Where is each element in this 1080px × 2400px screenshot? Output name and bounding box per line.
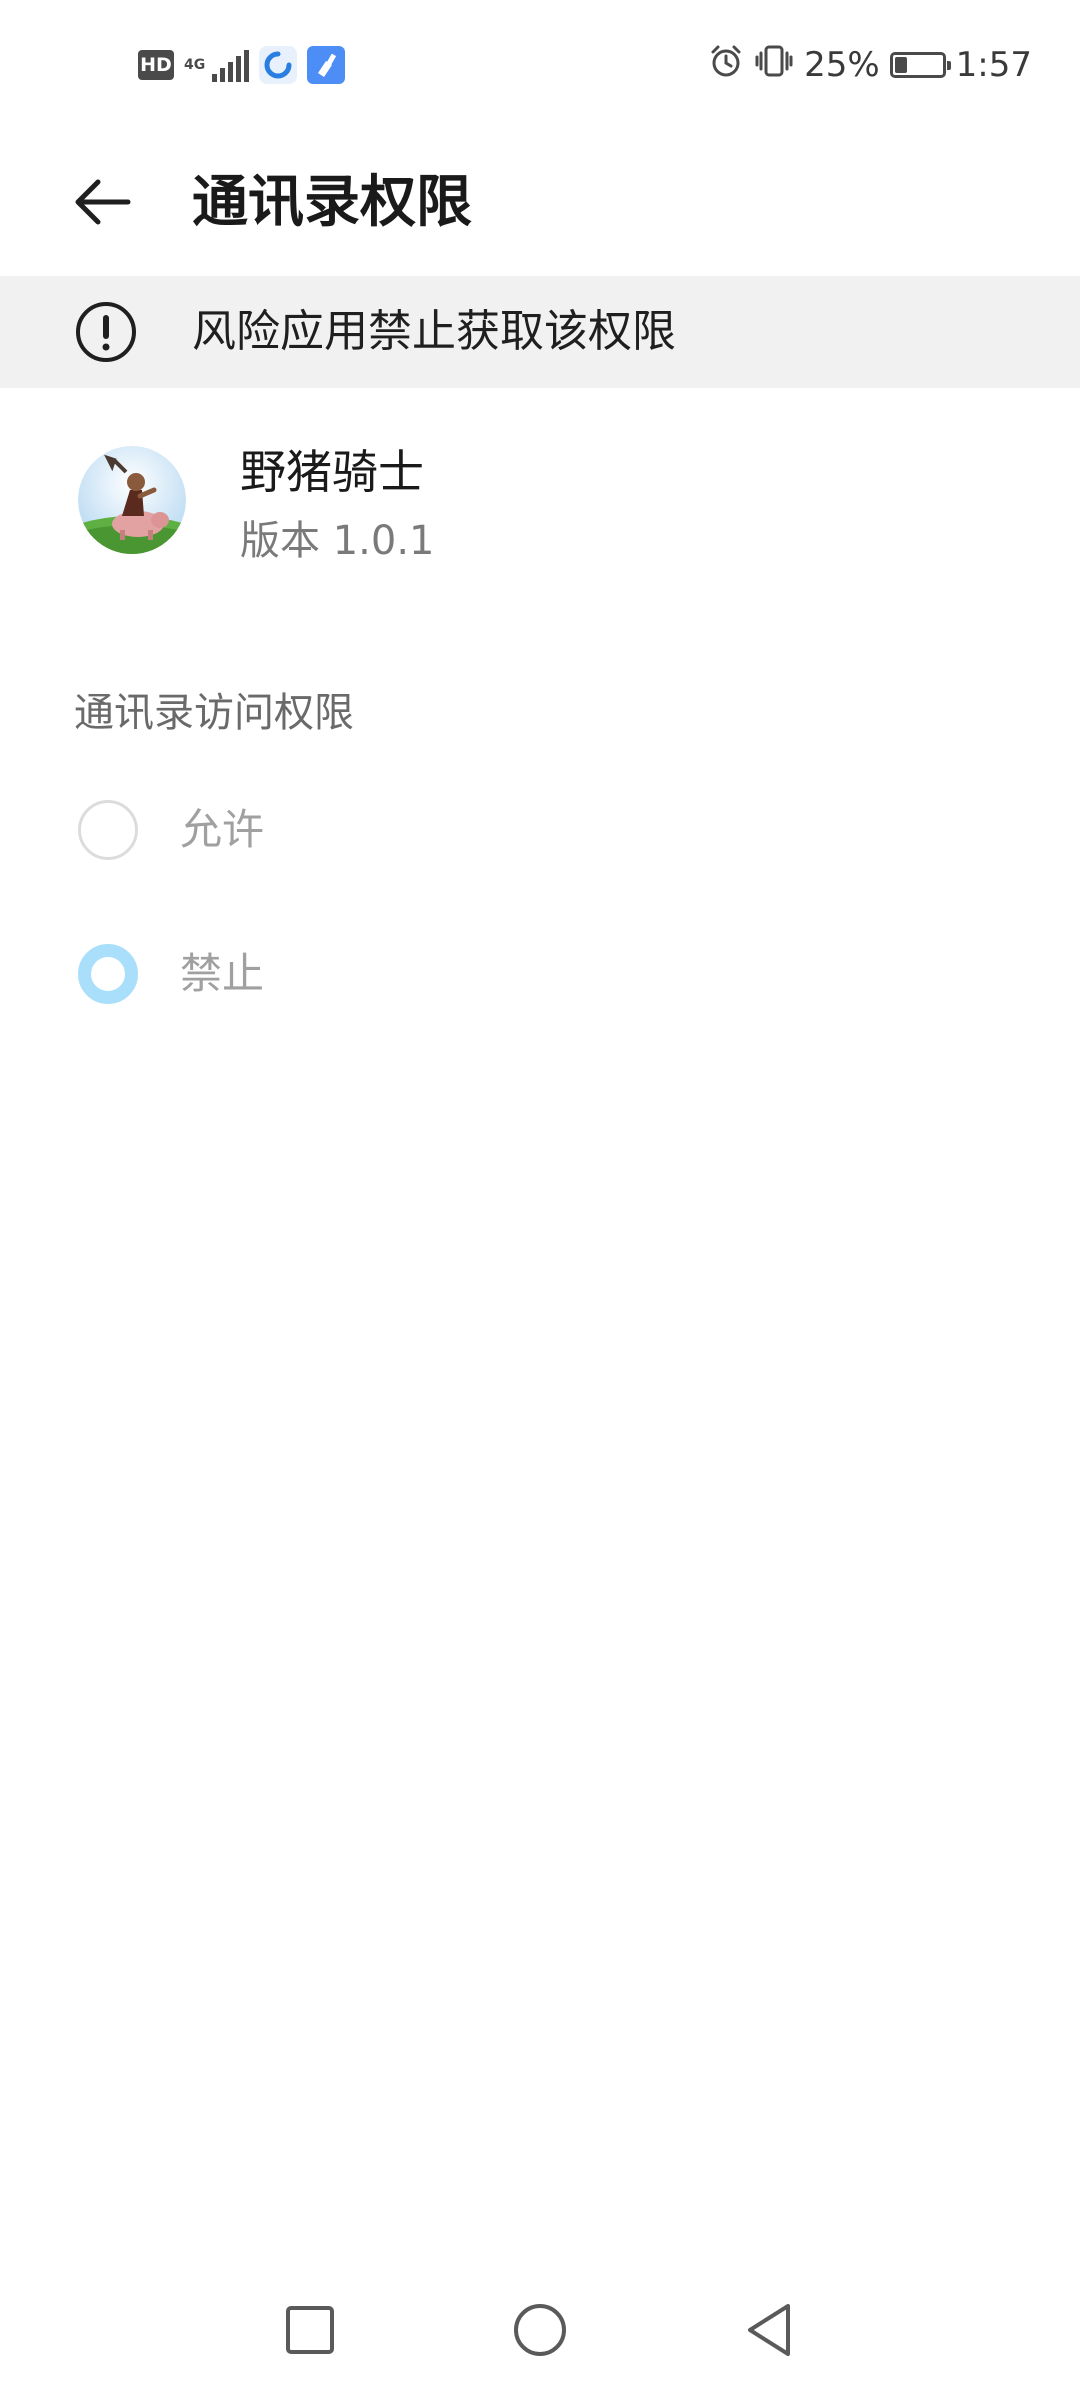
signal-icon (212, 48, 249, 82)
recent-apps-button[interactable] (268, 2288, 352, 2372)
warning-text: 风险应用禁止获取该权限 (192, 306, 676, 357)
nav-back-button[interactable] (728, 2288, 812, 2372)
arrow-left-icon (75, 179, 131, 225)
header: 通讯录权限 (0, 130, 1080, 276)
radio-option-deny[interactable]: 禁止 (0, 914, 1080, 1034)
app-icon (78, 446, 186, 554)
back-icon (748, 2304, 790, 2356)
radio-label-deny: 禁止 (180, 949, 265, 998)
radio-button-unchecked[interactable] (78, 800, 138, 860)
status-bar-right: 25% 1:57 (708, 40, 1032, 90)
network-type-label: 4G (184, 57, 206, 73)
back-button[interactable] (64, 162, 144, 242)
battery-percent: 25% (804, 45, 880, 85)
exclamation-circle-icon (76, 302, 136, 362)
app-version: 版本 1.0.1 (240, 518, 435, 564)
radio-label-allow: 允许 (180, 805, 265, 854)
battery-fill (894, 57, 908, 73)
radio-button-checked[interactable] (78, 944, 138, 1004)
status-time: 1:57 (955, 45, 1032, 85)
battery-icon (889, 52, 951, 78)
warning-banner: 风险应用禁止获取该权限 (0, 276, 1080, 388)
home-icon (514, 2304, 566, 2356)
status-bar: HD 4G 25% 1:57 (0, 0, 1080, 130)
section-label: 通讯录访问权限 (74, 690, 354, 736)
vibrate-icon (754, 43, 794, 88)
radio-option-allow[interactable]: 允许 (0, 770, 1080, 890)
app-info: 野猪骑士 版本 1.0.1 (0, 388, 1080, 608)
page-title: 通讯录权限 (192, 170, 472, 235)
app-notification-icon (259, 46, 297, 84)
home-button[interactable] (498, 2288, 582, 2372)
status-bar-left: HD 4G (138, 44, 345, 86)
cleaner-notification-icon (307, 46, 345, 84)
network-type-icon: 4G (184, 57, 206, 73)
hd-icon: HD (138, 50, 174, 80)
app-name: 野猪骑士 (240, 445, 424, 499)
recent-apps-icon (286, 2306, 334, 2354)
alarm-icon (708, 43, 744, 88)
navigation-bar (0, 2260, 1080, 2400)
